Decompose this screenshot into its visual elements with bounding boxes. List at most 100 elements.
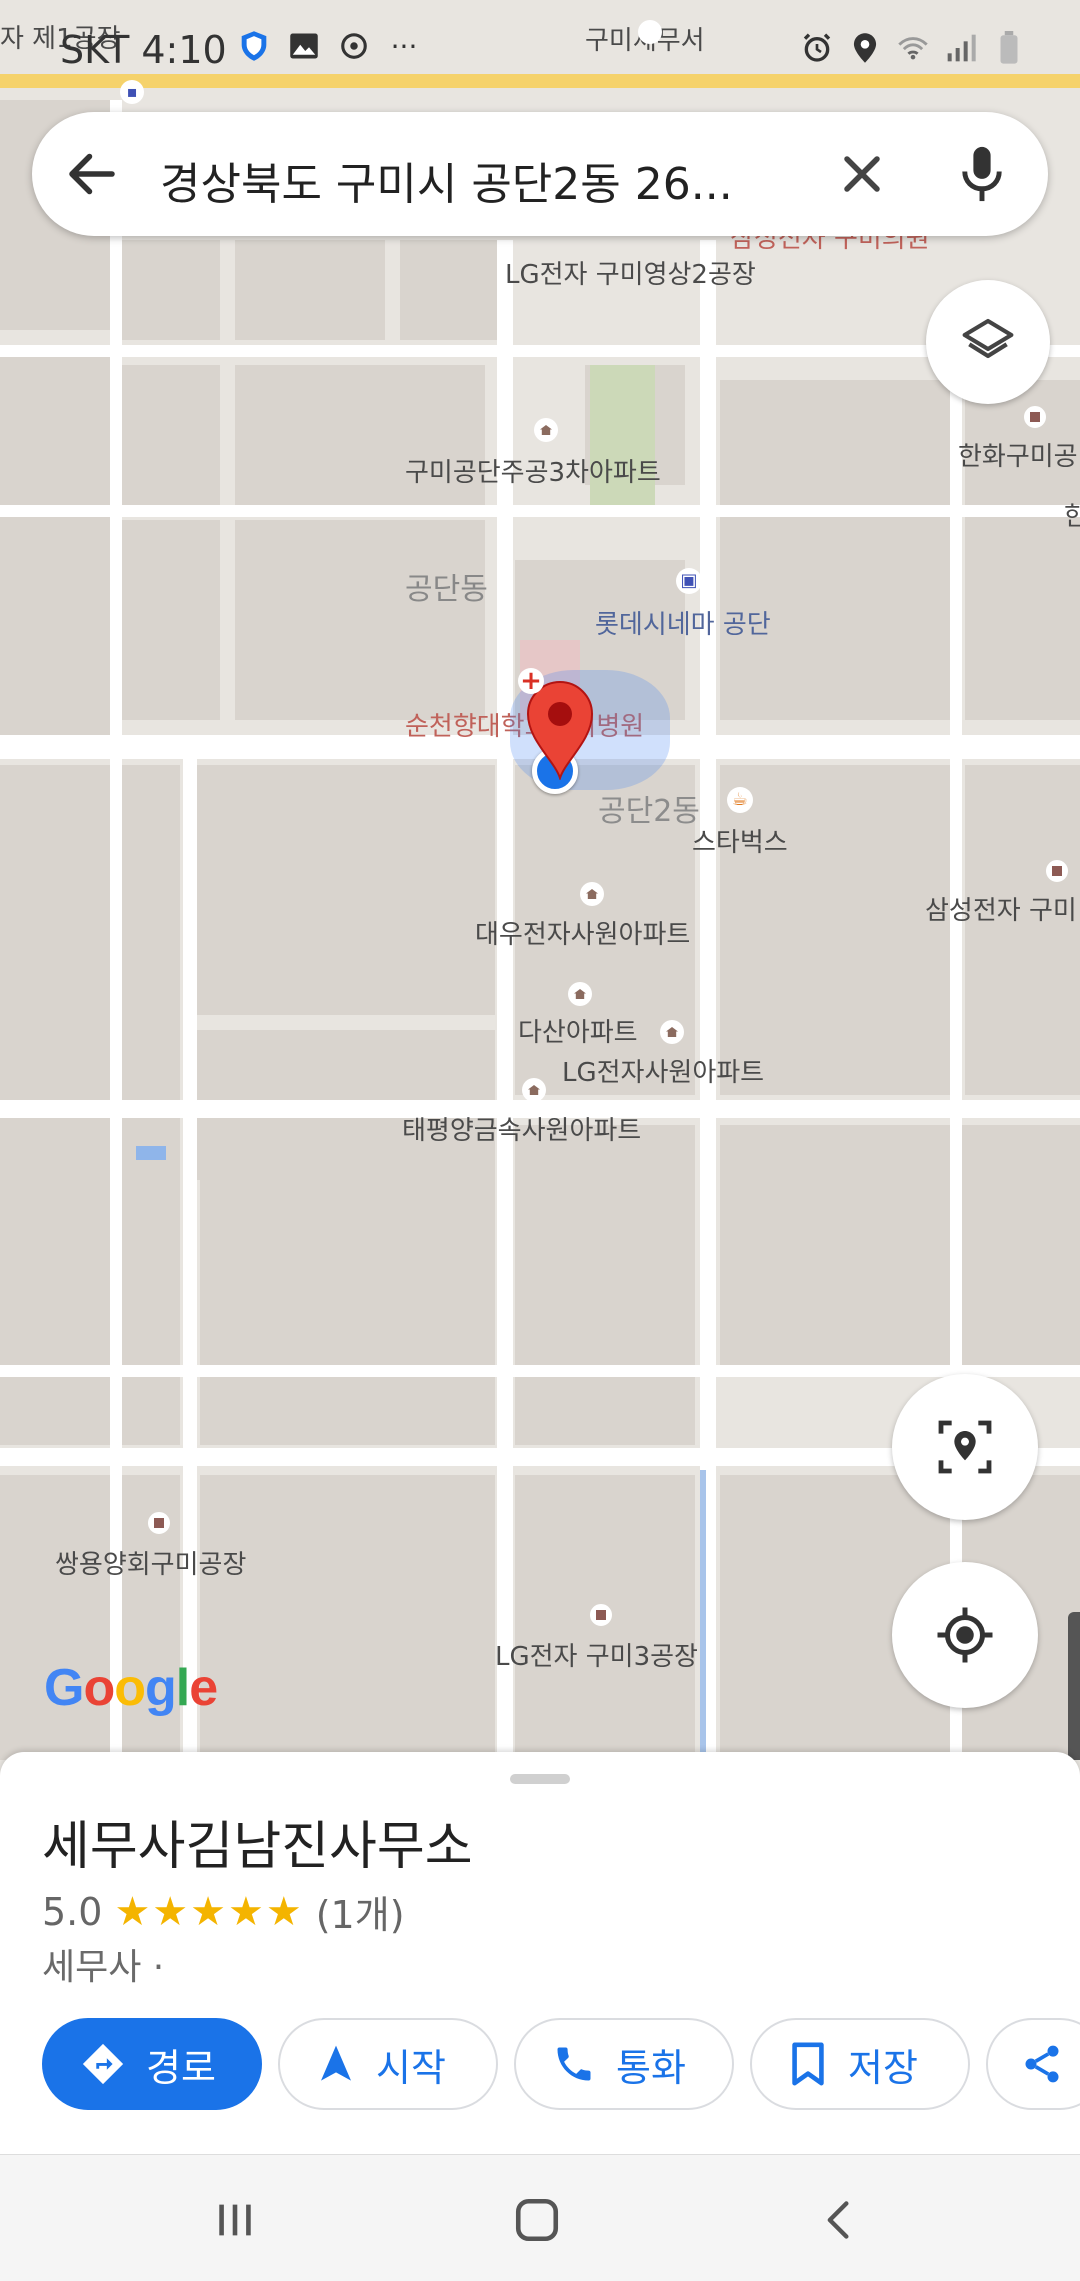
status-time: SKT 4:10 [60,28,227,72]
side-panel-handle[interactable] [1068,1612,1080,1760]
phone-icon [557,2047,591,2081]
apartment-icon[interactable] [580,882,604,906]
shield-icon [238,30,270,62]
sync-icon [338,30,370,62]
call-button[interactable]: 통화 [514,2018,734,2110]
review-count[interactable]: (1개) [316,1884,405,1939]
hospital-icon[interactable]: + [518,668,544,694]
home-icon [515,2198,559,2242]
apartment-icon[interactable] [522,1078,546,1102]
road [0,1365,1080,1377]
cafe-icon[interactable]: ☕ [727,787,753,813]
map-label: 쌍용양회구미공장 [55,1550,247,1580]
layers-button[interactable] [926,280,1050,404]
street-view-button[interactable] [892,1374,1038,1520]
home-button[interactable] [502,2185,572,2255]
map-label: 구미공단주공3차아파트 [405,458,661,488]
save-button[interactable]: 저장 [750,2018,970,2110]
more-notifications: ··· [390,29,418,63]
place-details-sheet[interactable]: 세무사김남진사무소 5.0 ★★★★★ (1개) 세무사 · 경로 시작 통화 [0,1752,1080,2154]
search-bar[interactable]: 경상북도 구미시 공단2동 26... [32,112,1048,236]
place-category: 세무사 · [42,1947,165,1988]
water-feature [136,1146,166,1160]
apartment-icon[interactable] [568,982,592,1006]
map-block [195,765,495,1015]
wifi-icon [897,32,929,64]
map-block [720,765,950,1095]
action-buttons: 경로 시작 통화 저장 [42,2018,1080,2110]
map-block [720,380,950,720]
image-icon [288,30,320,62]
microphone-icon[interactable] [952,142,1012,206]
battery-icon [993,31,1025,64]
start-label: 시작 [376,2045,446,2090]
status-bar: SKT 4:10 ··· [0,0,1080,100]
map-label: 한 [1064,502,1080,532]
location-frame-icon [938,1420,992,1474]
place-name: 세무사김남진사무소 [42,1817,473,1877]
share-button[interactable] [986,2018,1080,2110]
map-block [120,365,220,505]
map-label: LG전자 구미영상2공장 [505,260,756,290]
status-notification-icons: ··· [238,29,420,63]
poi-marker[interactable] [1022,404,1048,430]
back-chevron-icon [827,2201,849,2239]
poi-marker[interactable] [146,1510,172,1536]
road [183,750,197,1760]
map-block [720,1125,1080,1365]
map-block [120,520,220,720]
directions-icon [82,2043,124,2085]
google-logo: Google [44,1659,218,1717]
road [950,300,962,1760]
start-button[interactable]: 시작 [278,2018,498,2110]
map-block [200,1475,495,1760]
my-location-button[interactable] [892,1562,1038,1708]
back-arrow-icon[interactable] [62,144,122,204]
apartment-icon[interactable] [660,1020,684,1044]
directions-button[interactable]: 경로 [42,2018,262,2110]
cinema-icon[interactable]: ▣ [676,568,702,594]
road [0,505,1080,517]
map-label: 삼성전자 구미 [925,896,1077,926]
bookmark-icon [792,2042,824,2086]
map-block [235,240,385,340]
map-block [120,240,220,340]
park-area [590,365,655,515]
drag-handle[interactable] [510,1774,570,1784]
rating-row[interactable]: 5.0 ★★★★★ (1개) [42,1884,405,1939]
map-label: 태평양금속사원아파트 [402,1116,642,1146]
back-button[interactable] [804,2185,874,2255]
layers-icon [962,318,1014,359]
map-label: 롯데시네마 공단 [595,610,771,640]
system-navigation-bar [0,2154,1080,2281]
map-label: 한화구미공 [958,442,1078,472]
save-label: 저장 [848,2045,918,2090]
crosshair-icon [937,1607,993,1663]
poi-marker[interactable] [588,1602,614,1628]
recent-apps-button[interactable] [200,2185,270,2255]
navigation-arrow-icon [321,2045,351,2081]
map-block [0,1125,180,1445]
directions-label: 경로 [146,2045,216,2090]
map-label: 다산아파트 [518,1018,638,1048]
map-block [965,765,1080,1095]
map-label: 공단2동 [598,794,700,829]
map-label: LG전자 구미3공장 [495,1642,698,1672]
apartment-icon[interactable] [534,418,558,442]
waterway [700,1470,706,1760]
close-icon[interactable] [832,144,892,204]
road [110,100,122,1760]
rating-stars-icon: ★★★★★ [114,1888,304,1935]
map-label: 대우전자사원아파트 [475,920,691,950]
signal-icon [945,32,977,64]
map-block [235,520,485,720]
map-block [515,1125,695,1445]
road [0,345,1080,357]
share-icon [1025,2045,1059,2083]
poi-marker[interactable] [1044,858,1070,884]
location-icon [849,32,881,64]
map-block [965,380,1080,720]
map-block [0,355,110,735]
search-query[interactable]: 경상북도 구미시 공단2동 26... [160,148,820,212]
map-view[interactable]: 자 제1공장 구미세무서 삼성전자 구미의원 LG전자 구미영상2공장 한화구미… [0,0,1080,1760]
